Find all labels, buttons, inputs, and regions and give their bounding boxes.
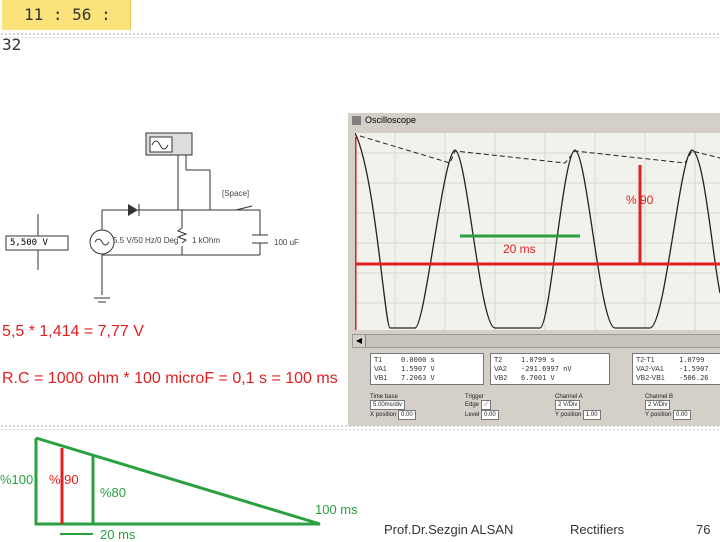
footer-author: Prof.Dr.Sezgin ALSAN xyxy=(384,522,514,537)
channel-a-ypos-field[interactable]: 1.00 xyxy=(582,410,601,420)
trigger-group: Trigger Edge ⟋ Level 0.00 xyxy=(465,394,499,420)
period-20ms-label: 20 ms xyxy=(503,242,536,256)
scroll-left-icon[interactable]: ◀ xyxy=(353,335,366,347)
x-position-field[interactable]: 0.00 xyxy=(398,410,416,420)
voltmeter-value: 5,500 V xyxy=(10,238,48,248)
channel-b-group: Channel B 2 V/Div Y position 0.00 xyxy=(645,394,691,420)
resistor-label: 1 kOhm xyxy=(192,236,221,245)
footer-page-number: 76 xyxy=(696,522,711,537)
label-90-percent: % 90 xyxy=(49,472,79,487)
time-base-group: Time base 5.00ms/div X position 0.00 xyxy=(370,394,416,420)
channel-b-ypos-field[interactable]: 0.00 xyxy=(672,410,691,420)
switch-label: [Space] xyxy=(222,189,250,198)
oscilloscope-title: Oscilloscope xyxy=(365,115,417,125)
time-base-scale-field[interactable]: 5.00ms/div xyxy=(370,400,406,410)
window-icon xyxy=(352,116,361,125)
rc-time-constant-equation: R.C = 1000 ohm * 100 microF = 0,1 s = 10… xyxy=(2,370,338,387)
measurement-block-delta: T2-T1 VA2-VA1 VB2-VB1 1.0799 -1.5907 -506.26 xyxy=(632,353,720,385)
trigger-edge-button[interactable]: ⟋ xyxy=(480,400,491,410)
sine-trace xyxy=(355,133,720,329)
percent-90-label: % 90 xyxy=(626,193,654,207)
channel-b-scale-field[interactable]: 2 V/Div xyxy=(645,400,671,410)
label-80-percent: %80 xyxy=(100,485,127,500)
filtered-trace xyxy=(359,135,720,164)
trigger-level-field[interactable]: 0.00 xyxy=(481,410,499,420)
measurement-block-t2: T2 VA2 VB2 1.0799 s -291.6997 nV 6.7001 V xyxy=(490,353,610,385)
label-100-percent: %100 xyxy=(0,472,34,487)
capacitor-label: 100 uF xyxy=(274,238,299,247)
oscilloscope-titlebar: Oscilloscope xyxy=(348,113,720,129)
peak-voltage-equation: 5,5 * 1,414 = 7,77 V xyxy=(2,323,144,340)
oscilloscope-screen xyxy=(355,133,720,330)
measurement-block-t1: T1 VA1 VB1 0.0000 s 1.5907 V 7.2063 V xyxy=(370,353,484,385)
source-label: 5.5 V/50 Hz/0 Deg xyxy=(113,236,179,245)
footer-topic: Rectifiers xyxy=(570,522,625,537)
horizontal-scrollbar[interactable]: ◀ xyxy=(352,334,720,348)
dotted-divider xyxy=(0,32,720,38)
label-100ms: 100 ms xyxy=(315,502,358,517)
timer: 11 : 56 : 32 xyxy=(2,0,131,54)
circuit-schematic xyxy=(5,132,268,303)
channel-a-scale-field[interactable]: 2 V/Div xyxy=(555,400,581,410)
channel-a-group: Channel A 2 V/Div Y position 1.00 xyxy=(555,394,601,420)
